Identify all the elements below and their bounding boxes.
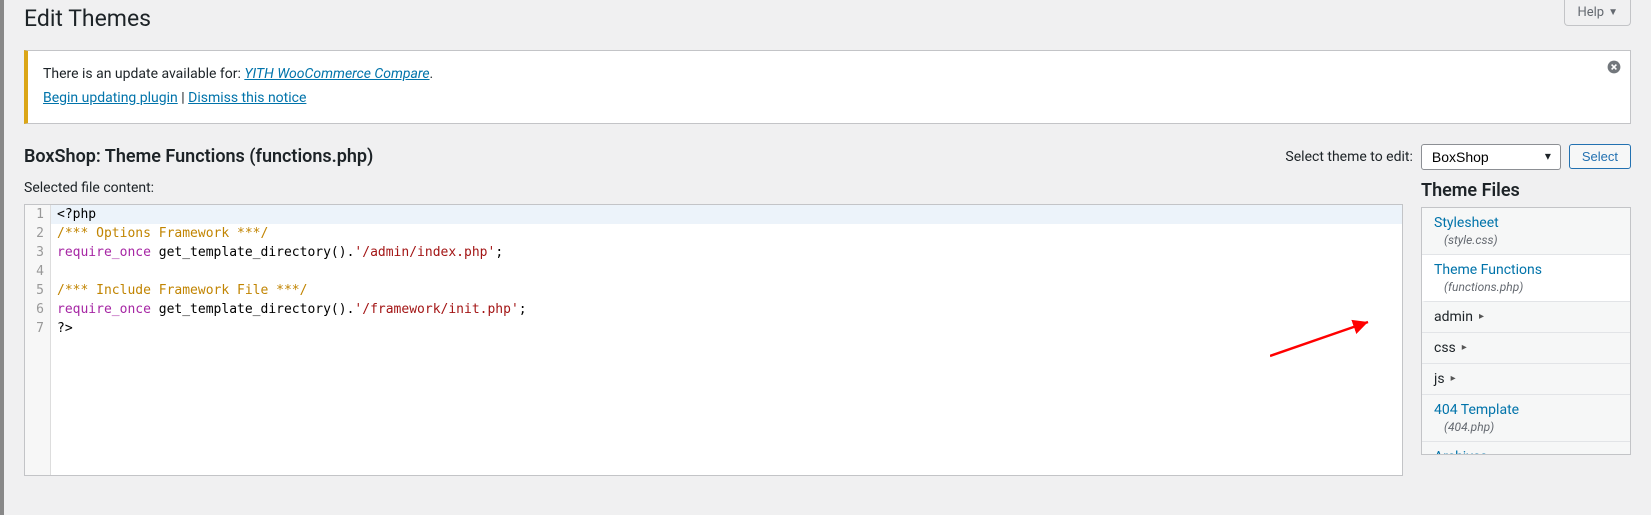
line-number: 2 [31,224,44,243]
code-line: <?php [51,205,1402,224]
page-title: Edit Themes [24,0,1631,36]
line-number: 1 [31,205,44,224]
line-number: 7 [31,319,44,338]
notice-text: There is an update available for: [43,66,244,82]
chevron-down-icon: ▼ [1608,7,1618,18]
begin-updating-link[interactable]: Begin updating plugin [43,90,178,106]
file-item-404[interactable]: 404 Template (404.php) [1422,395,1630,442]
chevron-right-icon: ▸ [1462,342,1467,353]
folder-label: css [1434,340,1456,356]
folder-css[interactable]: css ▸ [1422,333,1630,364]
theme-files-tree[interactable]: Stylesheet (style.css) Theme Functions (… [1421,207,1631,455]
line-number: 6 [31,300,44,319]
line-number: 3 [31,243,44,262]
line-number: 5 [31,281,44,300]
theme-select-label: Select theme to edit: [1285,149,1412,165]
chevron-right-icon: ▸ [1451,373,1456,384]
file-label: 404 Template [1434,402,1519,418]
close-icon [1606,62,1622,79]
notice-separator: | [178,90,188,106]
code-content[interactable]: <?php /*** Options Framework ***/ requir… [51,205,1402,475]
line-number: 4 [31,262,44,281]
file-name: (style.css) [1434,233,1618,247]
line-gutter: 1 2 3 4 5 6 7 [25,205,51,475]
code-line: require_once get_template_directory().'/… [57,300,1396,319]
chevron-right-icon: ▸ [1479,311,1484,322]
dismiss-notice-button[interactable] [1606,59,1622,80]
update-notice: There is an update available for: YITH W… [24,50,1631,124]
folder-js[interactable]: js ▸ [1422,364,1630,395]
file-label: Stylesheet [1434,215,1499,231]
code-line: /*** Options Framework ***/ [57,224,1396,243]
current-file-title: BoxShop: Theme Functions (functions.php) [24,146,373,167]
file-label: Archives [1434,449,1488,455]
theme-select[interactable]: BoxShop [1421,144,1561,170]
file-name: (404.php) [1434,420,1618,434]
help-tab[interactable]: Help ▼ [1564,0,1631,26]
file-label: Theme Functions [1434,262,1542,278]
file-item-archives[interactable]: Archives [1422,442,1630,455]
selected-file-label: Selected file content: [24,180,1403,196]
plugin-update-link[interactable]: YITH WooCommerce Compare [244,66,429,82]
code-line: require_once get_template_directory().'/… [57,243,1396,262]
help-label: Help [1577,5,1604,20]
theme-selector-group: Select theme to edit: BoxShop Select [1285,144,1631,170]
code-line [57,262,1396,281]
folder-label: js [1434,371,1445,387]
file-item-functions[interactable]: Theme Functions (functions.php) [1421,255,1631,302]
code-editor[interactable]: 1 2 3 4 5 6 7 <?php /*** Options Framewo… [24,204,1403,476]
file-name: (functions.php) [1434,280,1619,294]
dismiss-notice-link[interactable]: Dismiss this notice [188,90,306,106]
select-theme-button[interactable]: Select [1569,144,1631,169]
folder-admin[interactable]: admin ▸ [1422,302,1630,333]
code-line: ?> [57,319,1396,338]
notice-period: . [430,66,434,82]
code-line: /*** Include Framework File ***/ [57,281,1396,300]
folder-label: admin [1434,309,1473,325]
theme-files-heading: Theme Files [1421,180,1631,201]
file-item-stylesheet[interactable]: Stylesheet (style.css) [1422,208,1630,255]
